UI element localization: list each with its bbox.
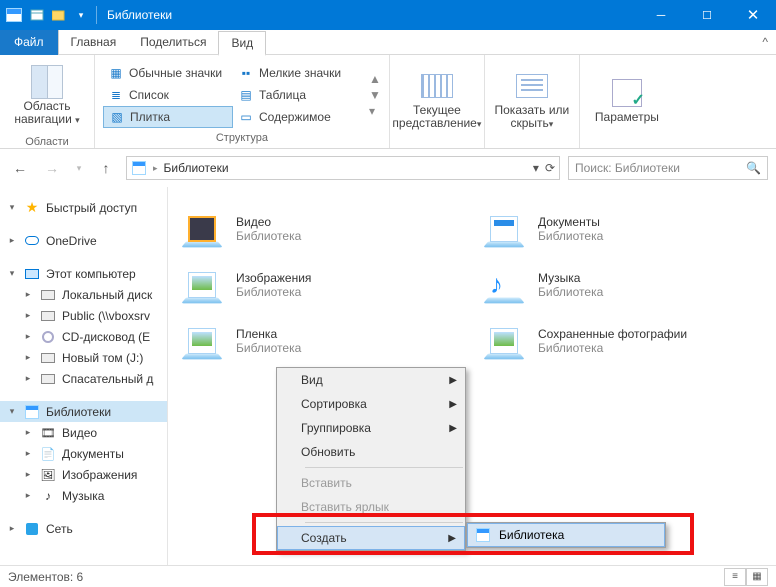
tab-file[interactable]: Файл (0, 30, 59, 55)
qat-newfolder-icon[interactable] (50, 6, 68, 24)
library-camera-roll[interactable]: ПленкаБиблиотека (176, 313, 466, 369)
search-placeholder: Поиск: Библиотеки (575, 161, 680, 175)
layout-list[interactable]: ≣Список (103, 84, 233, 106)
ctx-view[interactable]: Вид▶ (277, 368, 465, 392)
nav-cd-drive[interactable]: ▸CD-дисковод (E (0, 326, 167, 347)
nav-lib-video[interactable]: ▸🎞Видео (0, 422, 167, 443)
submenu-create-library[interactable]: Библиотека (467, 523, 665, 547)
layout-small-icons[interactable]: ▪▪Мелкие значки (233, 62, 363, 84)
library-images[interactable]: ИзображенияБиблиотека (176, 257, 466, 313)
layout-scroll-down[interactable]: ▼ (369, 88, 381, 102)
tab-home[interactable]: Главная (59, 30, 129, 55)
nav-lib-docs[interactable]: ▸📄Документы (0, 443, 167, 464)
quick-access-toolbar: ▾ (28, 6, 90, 24)
ctx-refresh[interactable]: Обновить (277, 440, 465, 464)
ctx-sort[interactable]: Сортировка▶ (277, 392, 465, 416)
ctx-group[interactable]: Группировка▶ (277, 416, 465, 440)
nav-lib-images[interactable]: ▸🖼Изображения (0, 464, 167, 485)
images-library-icon (180, 265, 224, 305)
video-library-icon (180, 209, 224, 249)
context-submenu-create: Библиотека (466, 522, 666, 548)
search-input[interactable]: Поиск: Библиотеки 🔍 (568, 156, 768, 180)
window-title: Библиотеки (103, 8, 172, 22)
ctx-paste: Вставить (277, 471, 465, 495)
ctx-paste-shortcut: Вставить ярлык (277, 495, 465, 519)
nav-quick-access[interactable]: ▾★Быстрый доступ (0, 197, 167, 218)
camera-roll-library-icon (180, 321, 224, 361)
ctx-create[interactable]: Создать▶ (277, 526, 465, 550)
navigation-pane: ▾★Быстрый доступ ▸OneDrive ▾Этот компьют… (0, 187, 168, 565)
nav-rescue-disk[interactable]: ▸Спасательный д (0, 368, 167, 389)
nav-up-button[interactable]: ↑ (94, 156, 118, 180)
statusbar-details-view[interactable]: ≡ (724, 568, 746, 586)
nav-libraries[interactable]: ▾Библиотеки (0, 401, 167, 422)
group-layout-label: Структура (103, 130, 381, 146)
layout-table[interactable]: ▤Таблица (233, 84, 363, 106)
breadcrumb[interactable]: Библиотеки (164, 161, 229, 175)
statusbar-icons-view[interactable]: ▦ (746, 568, 768, 586)
saved-pictures-library-icon (482, 321, 526, 361)
tab-view[interactable]: Вид (218, 31, 266, 56)
nav-forward-button[interactable]: → (40, 156, 64, 180)
status-item-count: Элементов: 6 (8, 570, 83, 584)
nav-history-dropdown[interactable]: ▾ (72, 156, 86, 180)
library-saved-pictures[interactable]: Сохраненные фотографииБиблиотека (478, 313, 768, 369)
address-bar-row: ← → ▾ ↑ ▸ Библиотеки ▾ ⟳ Поиск: Библиоте… (0, 149, 776, 187)
options-label: Параметры (595, 110, 659, 124)
show-hide-label: Показать или скрыть (495, 103, 570, 130)
library-video[interactable]: ВидеоБиблиотека (176, 201, 466, 257)
music-library-icon: ♪ (482, 265, 526, 305)
ribbon-tabs: Файл Главная Поделиться Вид ^ (0, 30, 776, 55)
nav-network[interactable]: ▸Сеть (0, 518, 167, 539)
navigation-pane-button[interactable]: Область навигации ▾ (8, 59, 86, 134)
maximize-button[interactable]: ☐ (684, 0, 730, 30)
nav-back-button[interactable]: ← (8, 156, 32, 180)
nav-public-share[interactable]: ▸Public (\\vboxsrv (0, 305, 167, 326)
minimize-button[interactable]: ─ (638, 0, 684, 30)
close-button[interactable]: ✕ (730, 0, 776, 30)
qat-properties-icon[interactable] (28, 6, 46, 24)
app-icon (6, 8, 22, 22)
titlebar: ▾ Библиотеки ─ ☐ ✕ (0, 0, 776, 30)
layout-tile[interactable]: ▧Плитка (103, 106, 233, 128)
nav-new-volume[interactable]: ▸Новый том (J:) (0, 347, 167, 368)
nav-this-pc[interactable]: ▾Этот компьютер (0, 263, 167, 284)
nav-lib-music[interactable]: ▸♪Музыка (0, 485, 167, 506)
search-icon: 🔍 (746, 161, 761, 175)
library-icon (475, 527, 491, 543)
address-dropdown-icon[interactable]: ▾ (533, 161, 539, 175)
address-bar[interactable]: ▸ Библиотеки ▾ ⟳ (126, 156, 560, 180)
library-documents[interactable]: ДокументыБиблиотека (478, 201, 768, 257)
libraries-icon (131, 160, 147, 176)
current-view-button[interactable]: Текущее представление▾ (398, 63, 476, 138)
current-view-label: Текущее представление (392, 103, 476, 130)
options-button[interactable]: Параметры (588, 63, 666, 138)
nav-local-disk[interactable]: ▸Локальный диск (0, 284, 167, 305)
navigation-pane-label: Область навигации (14, 99, 71, 126)
context-menu: Вид▶ Сортировка▶ Группировка▶ Обновить В… (276, 367, 466, 551)
tab-share[interactable]: Поделиться (128, 30, 218, 55)
library-music[interactable]: ♪ МузыкаБиблиотека (478, 257, 768, 313)
ribbon-collapse-icon[interactable]: ^ (762, 35, 768, 49)
status-bar: Элементов: 6 ≡ ▦ (0, 565, 776, 587)
layout-content[interactable]: ▭Содержимое (233, 106, 363, 128)
ribbon: Область навигации ▾ Области ▦Обычные зна… (0, 55, 776, 149)
group-panes-label: Области (8, 134, 86, 150)
documents-library-icon (482, 209, 526, 249)
refresh-button[interactable]: ⟳ (545, 161, 555, 175)
content-area[interactable]: ВидеоБиблиотека ДокументыБиблиотека Изоб… (168, 187, 776, 565)
layout-regular-icons[interactable]: ▦Обычные значки (103, 62, 233, 84)
nav-onedrive[interactable]: ▸OneDrive (0, 230, 167, 251)
qat-dropdown-icon[interactable]: ▾ (72, 6, 90, 24)
show-hide-button[interactable]: Показать или скрыть▾ (493, 63, 571, 138)
layout-scroll-up[interactable]: ▲ (369, 72, 381, 86)
layout-expand[interactable]: ▾ (369, 104, 381, 118)
